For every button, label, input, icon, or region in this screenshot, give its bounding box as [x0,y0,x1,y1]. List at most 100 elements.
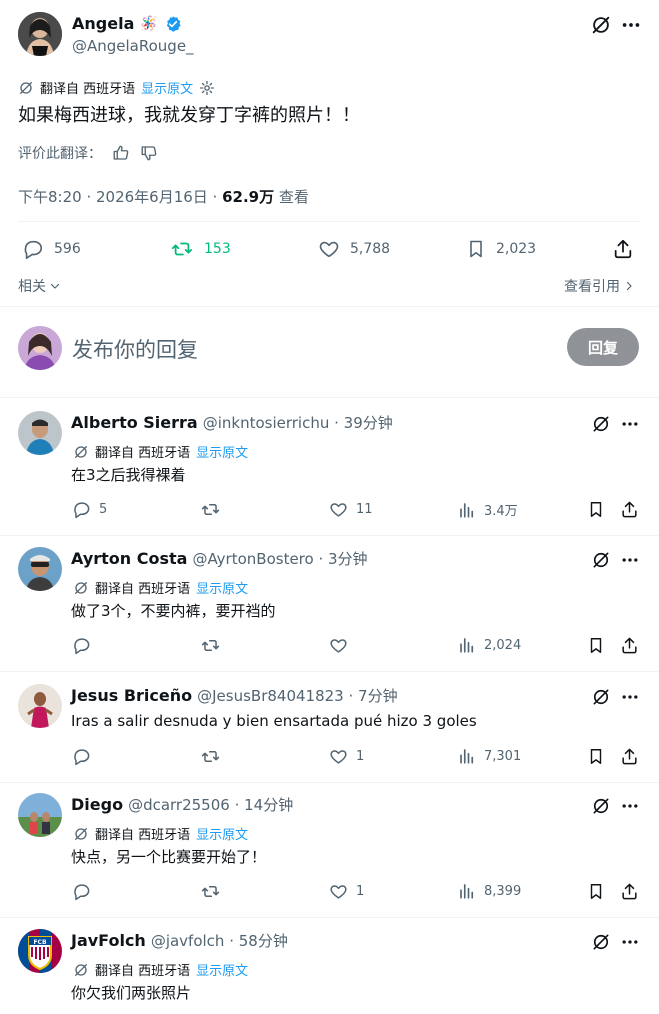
chevron-down-icon [49,280,61,292]
reply-time[interactable]: · 14分钟 [230,794,294,815]
like-count: 1 [356,884,365,899]
thumbs-up-icon[interactable] [112,144,130,162]
reply-avatar[interactable] [18,684,62,728]
reply-icon [72,747,91,766]
bookmark-stat[interactable]: 2,023 [466,238,536,260]
reply-author-name[interactable]: Alberto Sierra [71,413,198,432]
reply-author-handle[interactable]: @JesusBr84041823 [197,687,344,705]
like-action[interactable] [329,636,356,655]
reply-header: JavFolch @javfolch · 58分钟 [71,930,288,951]
retweet-action[interactable] [200,747,229,766]
retweet-action[interactable] [200,500,229,519]
reply-header: Diego @dcarr25506 · 14分钟 [71,794,293,815]
more-options-icon[interactable] [620,14,642,36]
share-icon[interactable] [620,747,639,766]
reply-action[interactable] [72,636,99,655]
share-icon[interactable] [620,882,639,901]
grok-icon[interactable] [591,796,611,816]
author-name[interactable]: Angela [72,14,134,33]
retweet-action[interactable] [200,882,229,901]
bookmark-icon[interactable] [587,500,605,519]
more-options-icon[interactable] [620,932,640,952]
view-quotes-link[interactable]: 查看引用 [564,276,635,296]
views-action[interactable]: 8,399 [458,882,521,900]
views-icon [458,636,476,654]
like-stat[interactable]: 5,788 [318,238,390,260]
bookmark-icon[interactable] [587,882,605,901]
translate-line: 翻译自 西班牙语 显示原文 [73,578,248,597]
show-original-link[interactable]: 显示原文 [196,442,248,461]
views-action[interactable]: 3.4万 [458,500,518,519]
reply-divider [0,535,659,536]
reply-action[interactable] [72,747,99,766]
translate-settings-icon[interactable] [199,80,215,96]
grok-icon[interactable] [591,932,611,952]
show-original-link[interactable]: 显示原文 [196,824,248,843]
reply-author-name[interactable]: JavFolch [71,931,146,950]
reply-author-name[interactable]: Ayrton Costa [71,549,187,568]
related-toggle[interactable]: 相关 [18,276,61,296]
share-icon[interactable] [612,238,634,260]
reply-avatar[interactable] [18,411,62,455]
retweet-count: 153 [204,241,231,257]
reply-input[interactable]: 发布你的回复 [72,334,198,364]
more-options-icon[interactable] [620,796,640,816]
more-options-icon[interactable] [620,687,640,707]
bookmark-icon[interactable] [587,747,605,766]
reply-time[interactable]: · 7分钟 [344,685,397,706]
views-action[interactable]: 7,301 [458,747,521,765]
reply-author-name[interactable]: Jesus Briceño [71,686,192,705]
show-original-link[interactable]: 显示原文 [141,78,193,97]
share-icon[interactable] [620,636,639,655]
reply-button[interactable]: 回复 [567,328,639,366]
author-avatar[interactable] [18,12,62,56]
reply-author-handle[interactable]: @javfolch [151,932,225,950]
reply-time[interactable]: · 39分钟 [329,412,393,433]
views-label: 查看 [274,188,309,206]
like-action[interactable]: 1 [329,747,364,766]
reply-time[interactable]: · 3分钟 [314,548,367,569]
views-count: 62.9万 [222,188,275,206]
translate-label: 翻译自 西班牙语 [95,964,191,979]
like-action[interactable]: 1 [329,882,364,901]
retweet-stat[interactable]: 153 [170,238,231,260]
views-action[interactable]: 2,024 [458,636,521,654]
translate-label: 翻译自 西班牙语 [95,446,191,461]
grok-icon[interactable] [591,414,611,434]
reply-avatar[interactable] [18,793,62,837]
reply-action[interactable] [72,882,99,901]
tweet-timestamp[interactable]: 下午8:20 · 2026年6月16日 · [18,186,222,207]
show-original-link[interactable]: 显示原文 [196,578,248,597]
views-icon [458,882,476,900]
share-icon[interactable] [620,500,639,519]
reply-author-handle[interactable]: @inkntosierrichu [203,414,330,432]
more-options-icon[interactable] [620,414,640,434]
author-emoji: 🪅 [140,15,158,32]
reply-avatar[interactable] [18,547,62,591]
reply-author-handle[interactable]: @dcarr25506 [128,796,230,814]
reply-divider [0,917,659,918]
thumbs-down-icon[interactable] [140,144,158,162]
reply-time[interactable]: · 58分钟 [224,930,288,951]
retweet-action[interactable] [200,636,229,655]
bookmark-icon[interactable] [587,636,605,655]
reply-icon [72,882,91,901]
like-count: 1 [356,749,365,764]
reply-author-handle[interactable]: @AyrtonBostero [192,550,313,568]
reply-action[interactable]: 5 [72,500,107,519]
grok-icon[interactable] [590,14,612,36]
translate-icon [73,826,89,842]
show-original-link[interactable]: 显示原文 [196,960,248,979]
reply-text: 快点，另一个比赛要开始了！ [71,848,267,866]
reply-author-name[interactable]: Diego [71,795,123,814]
grok-icon[interactable] [591,687,611,707]
reply-stat[interactable]: 596 [22,238,81,260]
more-options-icon[interactable] [620,550,640,570]
author-handle[interactable]: @AngelaRouge_ [72,37,194,55]
retweet-icon [200,500,221,519]
grok-icon[interactable] [591,550,611,570]
rate-translation-label: 评价此翻译： [18,146,102,162]
like-action[interactable]: 11 [329,500,373,519]
tweet-text: 如果梅西进球，我就发穿丁字裤的照片！！ [18,105,360,126]
reply-avatar[interactable]: FCB [18,929,62,973]
